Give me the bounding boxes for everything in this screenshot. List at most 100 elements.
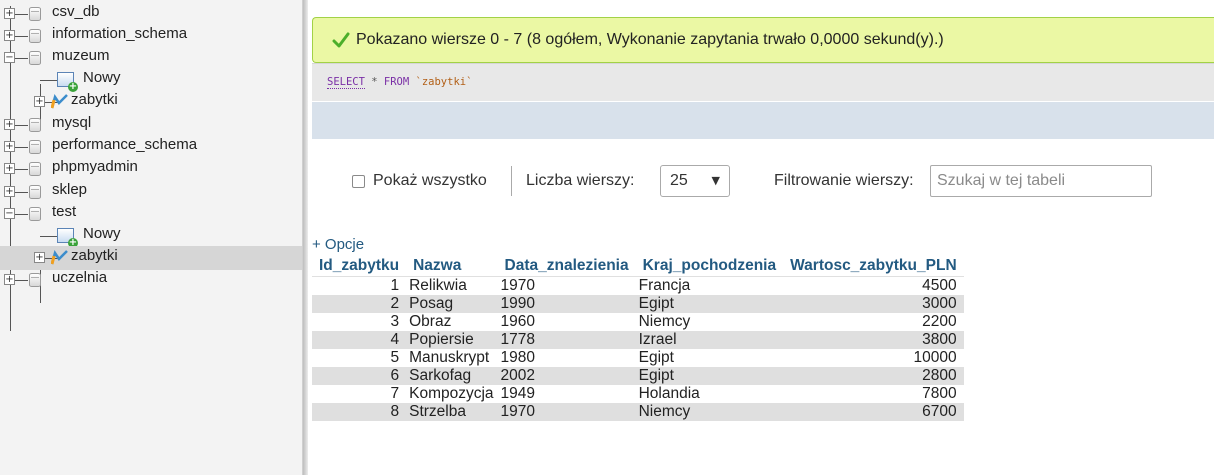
expand-icon[interactable]: + [4,140,15,152]
checkmark-icon [332,32,350,48]
database-label[interactable]: information_schema [52,25,187,42]
database-label[interactable]: sklep [52,181,87,198]
table-cell: Strzelba [406,402,498,421]
table-cell: 2800 [783,366,964,385]
table-cell: Manuskrypt [406,348,498,367]
expand-icon[interactable]: + [4,8,15,19]
table-cell: 1990 [497,294,636,313]
table-cell: Niemcy [635,402,784,421]
table-row[interactable]: 5 Manuskrypt 1980 Egipt 10000 [312,348,964,367]
collapse-icon[interactable]: − [4,207,15,219]
database-icon [29,29,41,44]
table-cell: 4 [312,330,407,349]
table-cell: Obraz [406,312,498,331]
panel-divider[interactable] [303,0,308,475]
view-icon [51,250,68,265]
sql-query-box[interactable]: SELECT * FROM `zabytki` [312,63,1214,101]
table-row[interactable]: 1 Relikwia 1970 Francja 4500 [312,276,964,295]
filter-rows-label: Filtrowanie wierszy: [774,172,914,189]
sql-keyword-select[interactable]: SELECT [327,76,365,89]
tree-item-csv_db[interactable]: + csv_db [0,2,300,26]
tree-item-label[interactable]: Nowy [83,225,121,242]
column-header[interactable]: Kraj_pochodzenia [635,256,784,277]
tree-item-phpmyadmin[interactable]: + phpmyadmin [0,157,300,181]
filter-rows-input[interactable] [930,165,1152,197]
table-cell: Sarkofag [406,366,498,385]
table-row[interactable]: 2 Posag 1990 Egipt 3000 [312,294,964,313]
table-cell: 6 [312,366,407,385]
database-icon [29,206,41,221]
tree-item-nowy[interactable]: Nowy [0,68,300,93]
tree-item-zabytki[interactable]: + zabytki [0,246,300,270]
tree-item-performance_schema[interactable]: + performance_schema [0,135,300,159]
show-all-checkbox[interactable] [352,175,365,188]
database-icon [29,273,41,288]
database-label[interactable]: phpmyadmin [52,158,138,175]
table-cell: Popiersie [406,330,498,349]
tree-item-mysql[interactable]: + mysql [0,113,300,137]
database-label[interactable]: uczelnia [52,269,107,286]
column-header[interactable]: Id_zabytku [312,256,407,277]
database-label[interactable]: muzeum [52,47,110,64]
table-cell: 7 [312,384,407,403]
database-icon [29,139,41,154]
database-icon [29,117,41,132]
column-header[interactable]: Nazwa [406,256,498,277]
database-icon [29,161,41,176]
collapse-icon[interactable]: − [4,52,15,64]
tree-item-zabytki[interactable]: + zabytki [0,90,300,114]
tree-item-information_schema[interactable]: + information_schema [0,24,300,48]
database-label[interactable]: csv_db [52,3,100,20]
column-header[interactable]: Wartosc_zabytku_PLN [783,256,964,277]
column-header[interactable]: Data_znalezienia [497,256,636,277]
expand-icon[interactable]: + [34,96,45,108]
expand-icon[interactable]: + [4,185,15,197]
tree-item-label[interactable]: zabytki [71,91,118,108]
tree-item-label[interactable]: zabytki [71,247,118,264]
table-cell: 4500 [783,276,964,295]
tree-item-uczelnia[interactable]: + uczelnia [0,268,300,292]
database-icon [29,184,41,199]
expand-icon[interactable]: + [34,252,45,264]
rows-count-select[interactable]: 25 ▼ [660,165,730,197]
table-cell: 1 [312,276,407,295]
table-cell: 1949 [497,384,636,403]
query-toolbar [312,102,1214,139]
success-message-text: Pokazano wiersze 0 - 7 (8 ogółem, Wykona… [356,31,944,48]
show-all-label[interactable]: Pokaż wszystko [373,172,487,190]
expand-icon[interactable]: + [4,274,15,286]
table-row[interactable]: 3 Obraz 1960 Niemcy 2200 [312,312,964,331]
table-row[interactable]: 8 Strzelba 1970 Niemcy 6700 [312,402,964,421]
table-navigation-controls: Pokaż wszystko Liczba wierszy: 25 ▼ Filt… [312,165,1214,199]
table-cell: 1970 [497,402,636,421]
tree-line [40,236,58,237]
tree-item-label[interactable]: Nowy [83,69,121,86]
database-label[interactable]: mysql [52,114,91,131]
database-label[interactable]: performance_schema [52,136,197,153]
tree-item-muzeum[interactable]: − muzeum [0,46,300,70]
table-cell: Kompozycja [406,384,498,403]
table-cell: Relikwia [406,276,498,295]
database-label[interactable]: test [52,203,76,220]
table-row[interactable]: 7 Kompozycja 1949 Holandia 7800 [312,384,964,403]
view-icon [51,94,68,109]
table-cell: 10000 [783,348,964,367]
table-row[interactable]: 6 Sarkofag 2002 Egipt 2800 [312,366,964,385]
tree-item-test[interactable]: − test [0,202,300,226]
table-cell: 8 [312,402,407,421]
tree-line [40,80,58,82]
sql-table-name: `zabytki` [409,76,473,88]
expand-icon[interactable]: + [4,118,15,130]
tree-item-sklep[interactable]: + sklep [0,180,300,204]
expand-icon[interactable]: + [4,162,15,174]
new-table-icon [57,72,78,93]
rows-count-label: Liczba wierszy: [526,172,635,189]
table-cell: 2200 [783,312,964,331]
table-row[interactable]: 4 Popiersie 1778 Izrael 3800 [312,330,964,349]
options-link[interactable]: + Opcje [312,236,364,253]
table-cell: 5 [312,348,407,367]
table-cell: 3800 [783,330,964,349]
tree-item-nowy[interactable]: Nowy [0,224,300,248]
table-cell: Egipt [635,294,784,313]
expand-icon[interactable]: + [4,30,15,42]
